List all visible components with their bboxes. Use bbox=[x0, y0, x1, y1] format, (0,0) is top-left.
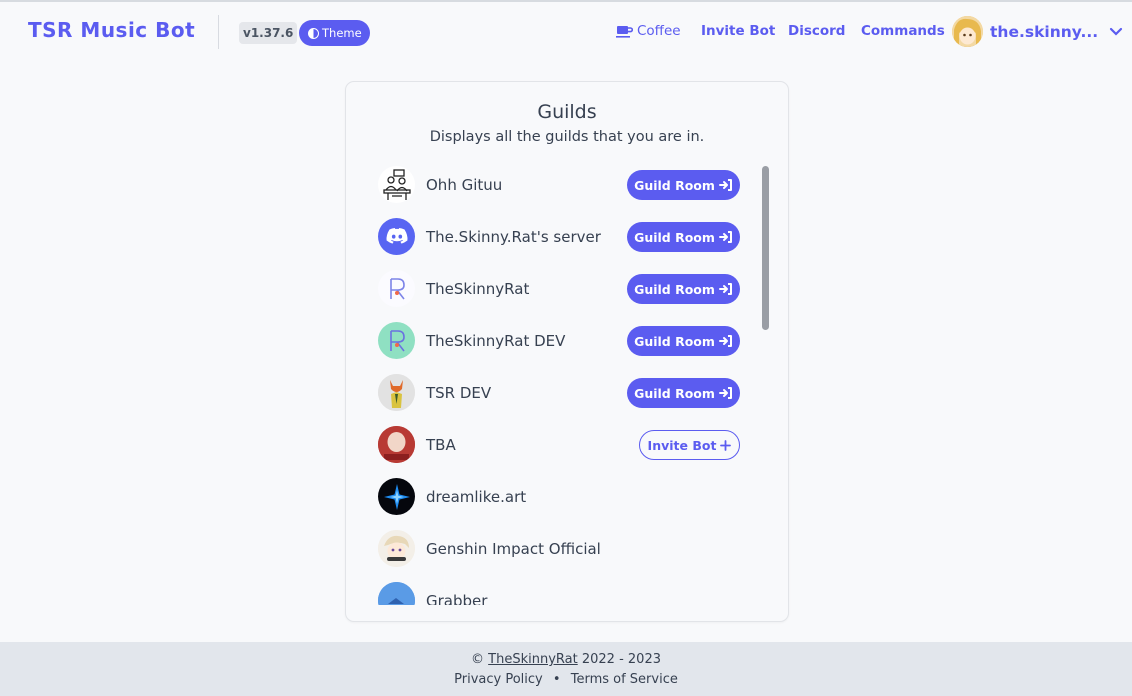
footer-links: Privacy Policy • Terms of Service bbox=[0, 672, 1132, 687]
invite-bot-button[interactable]: Invite Bot bbox=[639, 430, 740, 460]
enter-icon bbox=[718, 231, 732, 243]
guild-name: TheSkinnyRat DEV bbox=[426, 332, 566, 350]
guild-room-label: Guild Room bbox=[634, 281, 715, 297]
r-logo-icon bbox=[378, 270, 415, 307]
guild-room-button[interactable]: Guild Room bbox=[627, 170, 740, 200]
guild-room-label: Guild Room bbox=[634, 177, 715, 193]
guild-row: dreamlike.art bbox=[377, 478, 742, 516]
r-logo-dev-icon bbox=[378, 322, 415, 359]
version-badge: v1.37.6 bbox=[239, 22, 298, 44]
enter-icon bbox=[718, 283, 732, 295]
guild-room-button[interactable]: Guild Room bbox=[627, 326, 740, 356]
contrast-icon bbox=[308, 27, 319, 39]
guild-room-label: Guild Room bbox=[634, 333, 715, 349]
guild-name: TheSkinnyRat bbox=[426, 280, 530, 298]
guild-name: Ohh Gituu bbox=[426, 176, 503, 194]
plus-icon bbox=[720, 439, 732, 451]
guild-row: Grabber bbox=[377, 582, 742, 605]
coffee-cup-icon bbox=[616, 25, 633, 38]
theme-label: Theme bbox=[322, 26, 362, 40]
footer: © TheSkinnyRat 2022 - 2023 Privacy Polic… bbox=[0, 642, 1132, 696]
guild-list[interactable]: Ohh Gituu Guild Room The.Skinny.Rat's se… bbox=[377, 166, 762, 605]
guild-name: Grabber bbox=[426, 592, 488, 605]
guild-name: TBA bbox=[426, 436, 456, 454]
copyright-symbol: © bbox=[471, 652, 485, 667]
guild-room-label: Guild Room bbox=[634, 385, 715, 401]
user-name: the.skinny... bbox=[990, 22, 1099, 41]
guild-room-button[interactable]: Guild Room bbox=[627, 274, 740, 304]
discord-icon bbox=[378, 218, 415, 255]
fox-avatar bbox=[378, 374, 415, 411]
guild-room-button[interactable]: Guild Room bbox=[627, 378, 740, 408]
guild-name: The.Skinny.Rat's server bbox=[426, 228, 601, 246]
star-icon bbox=[378, 478, 415, 515]
guild-name: Genshin Impact Official bbox=[426, 540, 601, 558]
commands-link[interactable]: Commands bbox=[861, 23, 945, 39]
guild-row: TheSkinnyRat Guild Room bbox=[377, 270, 742, 308]
photo-avatar bbox=[378, 426, 415, 463]
guild-name: dreamlike.art bbox=[426, 488, 527, 506]
guild-row: Ohh Gituu Guild Room bbox=[377, 166, 742, 204]
coffee-label: Coffee bbox=[637, 23, 681, 39]
footer-separator: • bbox=[552, 672, 561, 687]
chevron-down-icon bbox=[1110, 27, 1123, 36]
copyright-years: 2022 - 2023 bbox=[581, 652, 661, 667]
guild-row: TheSkinnyRat DEV Guild Room bbox=[377, 322, 742, 360]
brand-logo[interactable]: TSR Music Bot bbox=[28, 18, 195, 42]
invite-bot-link[interactable]: Invite Bot bbox=[701, 23, 775, 39]
user-avatar bbox=[952, 16, 983, 47]
guild-row: TBA Invite Bot bbox=[377, 426, 742, 464]
copyright: © TheSkinnyRat 2022 - 2023 bbox=[0, 652, 1132, 667]
guilds-title: Guilds bbox=[537, 101, 597, 123]
invite-bot-label: Invite Bot bbox=[647, 437, 717, 453]
discord-link[interactable]: Discord bbox=[788, 23, 845, 39]
theme-toggle-button[interactable]: Theme bbox=[299, 20, 370, 46]
people-icon bbox=[378, 166, 415, 203]
guilds-card: Guilds Displays all the guilds that you … bbox=[345, 81, 789, 622]
guild-row: TSR DEV Guild Room bbox=[377, 374, 742, 412]
header-divider bbox=[218, 15, 219, 49]
guild-row: Genshin Impact Official bbox=[377, 530, 742, 568]
guild-room-button[interactable]: Guild Room bbox=[627, 222, 740, 252]
privacy-policy-link[interactable]: Privacy Policy bbox=[454, 672, 543, 687]
top-navbar: TSR Music Bot v1.37.6 Theme Coffee Invit… bbox=[0, 2, 1132, 62]
sky-avatar bbox=[378, 582, 415, 605]
guild-name: TSR DEV bbox=[426, 384, 492, 402]
user-menu[interactable]: the.skinny... bbox=[952, 16, 1123, 47]
owner-link[interactable]: TheSkinnyRat bbox=[488, 652, 578, 667]
enter-icon bbox=[718, 387, 732, 399]
anime-avatar bbox=[378, 530, 415, 567]
enter-icon bbox=[718, 179, 732, 191]
coffee-link[interactable]: Coffee bbox=[616, 23, 681, 39]
scrollbar-thumb[interactable] bbox=[762, 166, 769, 330]
terms-of-service-link[interactable]: Terms of Service bbox=[571, 672, 678, 687]
guild-row: The.Skinny.Rat's server Guild Room bbox=[377, 218, 742, 256]
guilds-subtitle: Displays all the guilds that you are in. bbox=[429, 129, 705, 145]
guild-room-label: Guild Room bbox=[634, 229, 715, 245]
enter-icon bbox=[718, 335, 732, 347]
